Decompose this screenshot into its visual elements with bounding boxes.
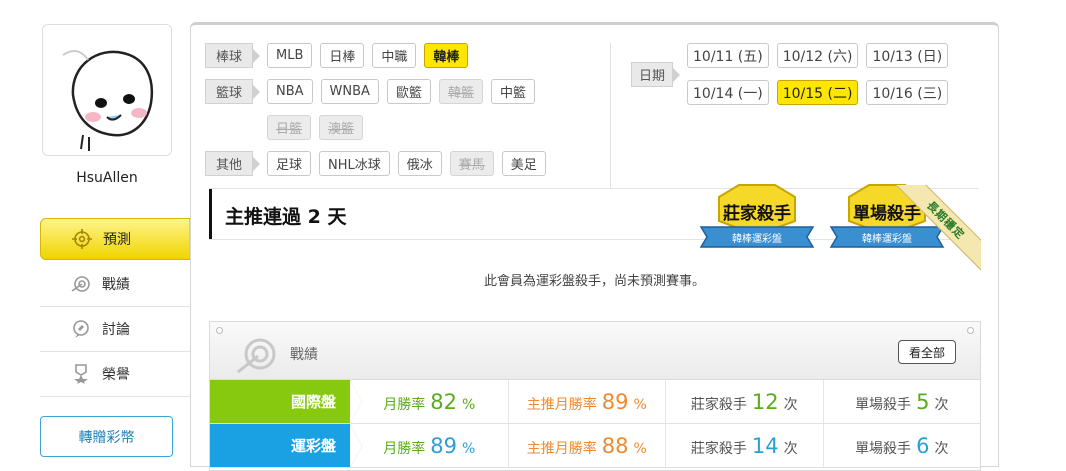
ribbon-label: 長期穩定	[892, 185, 981, 271]
sidebar-item-label: 預測	[103, 232, 131, 248]
date-option-selected[interactable]: 10/15 (二)	[776, 80, 859, 105]
corner-dot	[216, 327, 223, 334]
stats-title: 戰績	[290, 347, 318, 363]
single-killer-count: 單場殺手 6 次	[822, 424, 981, 467]
category-label-baseball: 棒球	[205, 43, 260, 68]
filter-mlb[interactable]: MLB	[267, 43, 313, 68]
no-prediction-notice: 此會員為運彩盤殺手，尚未預測賽事。	[483, 274, 705, 289]
filter-american-football[interactable]: 美足	[501, 151, 546, 176]
row-label: 國際盤	[210, 380, 362, 424]
filter-divider	[610, 43, 611, 188]
filter-china-basketball[interactable]: 中籃	[490, 79, 535, 104]
date-option[interactable]: 10/11 (五)	[687, 43, 769, 68]
category-label-date: 日期	[631, 61, 680, 87]
badge-subtitle: 韓棒運彩盤	[732, 232, 782, 245]
banker-killer-badge: 莊家殺手 韓棒運彩盤	[699, 184, 815, 248]
long-term-stable-ribbon: 長期穩定	[891, 185, 981, 271]
filter-wnba[interactable]: WNBA	[320, 79, 379, 104]
sidebar-item-record[interactable]: 戰績	[40, 262, 190, 307]
date-option[interactable]: 10/14 (一)	[687, 80, 769, 105]
category-label-basketball: 籃球	[205, 79, 260, 104]
filter-japan-basketball: 日籃	[267, 115, 312, 140]
badge-title: 莊家殺手	[723, 203, 791, 224]
filter-nba[interactable]: NBA	[267, 79, 313, 104]
filter-russia-hockey[interactable]: 俄冰	[397, 151, 442, 176]
sidebar-item-honor[interactable]: 榮譽	[40, 352, 190, 397]
date-filters: 日期 10/11 (五) 10/12 (六) 10/13 (日) 10/14 (…	[631, 43, 971, 117]
date-option[interactable]: 10/16 (三)	[866, 80, 949, 105]
main-panel: 棒球 MLB 日棒 中職 韓棒 籃球 NBA WNBA 歐籃 韓籃 中籃 日籃 …	[190, 22, 999, 471]
filter-soccer[interactable]: 足球	[267, 151, 312, 176]
filter-australia-basketball: 澳籃	[319, 115, 364, 140]
corner-dot	[967, 327, 974, 334]
filter-korea-baseball[interactable]: 韓棒	[424, 43, 469, 68]
see-all-button[interactable]: 看全部	[897, 340, 956, 364]
discuss-icon	[70, 318, 92, 340]
sport-filters: 棒球 MLB 日棒 中職 韓棒 籃球 NBA WNBA 歐籃 韓籃 中籃 日籃 …	[205, 43, 605, 187]
row-label: 運彩盤	[210, 424, 362, 468]
monthly-win-rate: 月勝率 82 %	[350, 380, 508, 423]
banker-killer-count: 莊家殺手 14 次	[665, 424, 823, 467]
sidebar-item-label: 討論	[102, 322, 130, 338]
monthly-win-rate: 月勝率 89 %	[350, 424, 508, 467]
filter-euro-basketball[interactable]: 歐籃	[386, 79, 431, 104]
honor-icon	[70, 363, 92, 385]
sidebar-item-discuss[interactable]: 討論	[40, 307, 190, 352]
stats-row-sports-lottery: 運彩盤 月勝率 89 % 主推月勝率 88 % 莊家殺手 14 次 單場殺手 6	[210, 424, 980, 468]
filter-row-baseball: 棒球 MLB 日棒 中職 韓棒	[205, 43, 605, 68]
filter-row-other: 其他 足球 NHL冰球 俄冰 賽馬 美足	[205, 151, 605, 176]
sidebar-item-label: 榮譽	[102, 367, 130, 383]
headline-strip: 主推連過 2 天 莊家殺手 韓棒運彩盤 單場殺手 韓棒運彩盤 長期穩定	[209, 184, 981, 271]
filter-horse-racing: 賽馬	[449, 151, 494, 176]
stats-header: 戰績 看全部	[210, 322, 980, 380]
avatar-image	[43, 25, 171, 155]
headline-title: 主推連過 2 天	[225, 206, 347, 228]
filter-nhl[interactable]: NHL冰球	[319, 151, 390, 176]
username: HsuAllen	[76, 170, 138, 186]
date-row: 日期 10/11 (五) 10/12 (六) 10/13 (日) 10/14 (…	[631, 43, 971, 105]
main-monthly-win-rate: 主推月勝率 88 %	[507, 424, 666, 467]
record-icon	[237, 338, 276, 374]
sidebar-item-predict[interactable]: 預測	[40, 218, 201, 260]
target-icon	[71, 228, 93, 250]
record-icon	[70, 273, 92, 295]
record-stats-box: 戰績 看全部 國際盤 月勝率 82 % 主推月勝率 89 % 莊家殺手 12 次	[209, 321, 981, 471]
date-option[interactable]: 10/12 (六)	[776, 43, 859, 68]
gift-coins-button[interactable]: 轉贈彩幣	[40, 416, 173, 457]
date-option[interactable]: 10/13 (日)	[866, 43, 949, 68]
filter-row-basketball: 籃球 NBA WNBA 歐籃 韓籃 中籃 日籃 澳籃	[205, 79, 605, 140]
headline-accent-bar	[209, 189, 212, 239]
filter-cpbl[interactable]: 中職	[372, 43, 417, 68]
single-killer-count: 單場殺手 5 次	[822, 380, 981, 423]
category-label-other: 其他	[205, 151, 260, 176]
filter-korea-basketball: 韓籃	[438, 79, 483, 104]
banker-killer-count: 莊家殺手 12 次	[665, 380, 823, 423]
filter-japan-baseball[interactable]: 日棒	[320, 43, 365, 68]
avatar[interactable]	[42, 24, 172, 156]
stats-row-international: 國際盤 月勝率 82 % 主推月勝率 89 % 莊家殺手 12 次 單場殺手 5	[210, 380, 980, 424]
main-monthly-win-rate: 主推月勝率 89 %	[507, 380, 666, 423]
sidebar-nav: 預測 戰績 討論 榮譽	[40, 218, 201, 397]
sidebar-item-label: 戰績	[102, 277, 130, 293]
